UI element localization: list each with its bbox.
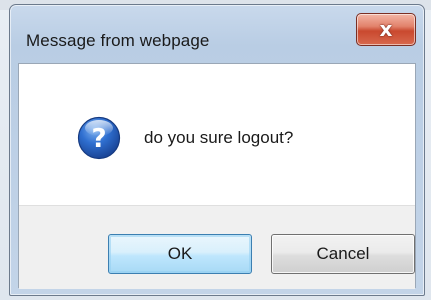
- message-area: ? do you sure logout?: [19, 64, 415, 205]
- svg-text:?: ?: [91, 124, 106, 154]
- message-text: do you sure logout?: [144, 128, 294, 147]
- screen-background: Message from webpage x ? do you sure log…: [0, 0, 431, 300]
- close-icon: x: [379, 17, 393, 41]
- dialog-body: ? do you sure logout? OK Cancel: [18, 63, 416, 289]
- button-bar: OK Cancel: [19, 205, 415, 289]
- message-dialog: Message from webpage x ? do you sure log…: [9, 4, 425, 296]
- close-button[interactable]: x: [356, 13, 416, 46]
- dialog-titlebar[interactable]: Message from webpage x: [10, 5, 424, 63]
- question-icon: ?: [77, 116, 121, 160]
- dialog-title: Message from webpage: [26, 31, 210, 50]
- cancel-button[interactable]: Cancel: [271, 234, 415, 274]
- ok-button[interactable]: OK: [108, 234, 252, 274]
